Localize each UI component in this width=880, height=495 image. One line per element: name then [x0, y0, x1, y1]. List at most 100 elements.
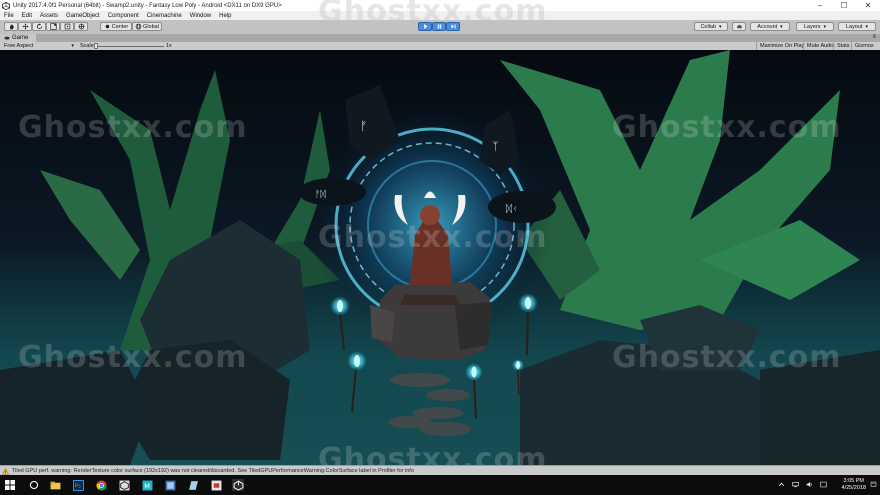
rotate-tool-button[interactable] [32, 22, 46, 31]
taskbar-app-unity-active[interactable] [232, 479, 244, 491]
game-tab-bar: Game ≡ [0, 34, 880, 42]
chevron-down-icon: ▾ [71, 43, 74, 49]
tray-chevron-up-icon[interactable] [778, 481, 785, 488]
rect-transform-icon [64, 23, 70, 30]
mute-audio-label: Mute Audio [807, 43, 835, 49]
pivot-icon [105, 24, 109, 29]
svg-text:ᛉ: ᛉ [492, 140, 499, 153]
scale-label: Scale [80, 43, 94, 49]
folder-icon [50, 481, 60, 489]
network-icon[interactable] [792, 481, 799, 488]
tab-game[interactable]: Game [0, 34, 37, 42]
search-button[interactable] [28, 479, 40, 491]
maximize-on-play-toggle[interactable]: Maximize On Play [756, 42, 807, 50]
minimize-icon[interactable]: – [808, 0, 832, 11]
menu-edit[interactable]: Edit [22, 13, 32, 19]
step-icon [450, 24, 456, 29]
scale-tool-button[interactable] [46, 22, 60, 31]
menu-gameobject[interactable]: GameObject [66, 13, 100, 19]
close-icon[interactable]: ✕ [856, 0, 880, 11]
menu-file[interactable]: File [4, 13, 14, 19]
pause-button[interactable] [432, 22, 446, 31]
taskbar-app-explorer[interactable] [49, 479, 61, 491]
window-title: Unity 2017.4.0f1 Personal (64bit) - Swam… [13, 2, 282, 9]
rect-tool-button[interactable] [60, 22, 74, 31]
rotate-icon [36, 23, 42, 30]
gizmos-dropdown[interactable]: Gizmos [851, 42, 877, 50]
maximize-icon[interactable]: ☐ [832, 0, 856, 11]
menu-help[interactable]: Help [219, 13, 231, 19]
collab-label: Collab [700, 23, 717, 30]
game-scene-render: ᚠ ᛉ ᚨᛞ ᛞᚲ [0, 50, 880, 465]
windows-logo-icon [5, 480, 15, 490]
warning-icon [2, 467, 9, 475]
step-button[interactable] [446, 22, 460, 31]
play-icon [423, 24, 428, 29]
move-tool-button[interactable] [18, 22, 32, 31]
gizmos-label: Gizmos [855, 43, 874, 49]
unity-logo-icon [2, 1, 10, 10]
taskbar-app-files[interactable] [187, 479, 199, 491]
notification-icon[interactable] [870, 481, 877, 488]
menu-assets[interactable]: Assets [40, 13, 58, 19]
tool-app-icon [165, 480, 175, 490]
tab-menu-icon[interactable]: ≡ [872, 34, 876, 40]
menu-component[interactable]: Component [108, 13, 139, 19]
game-view-viewport[interactable]: ᚠ ᛉ ᚨᛞ ᛞᚲ Ghostxx.com [0, 50, 880, 465]
files-app-icon [188, 480, 198, 490]
account-dropdown[interactable]: Account [750, 22, 790, 31]
photoshop-icon: Ps [72, 479, 84, 491]
transform-tool-button[interactable] [74, 22, 88, 31]
aspect-dropdown[interactable]: Free Aspect ▾ [4, 42, 74, 50]
scale-slider-thumb[interactable] [94, 43, 98, 49]
stone-altar [370, 282, 492, 360]
transform-icon [78, 23, 84, 30]
taskbar-clock[interactable]: 3:05 PM 4/25/2018 [842, 478, 866, 492]
layers-label: Layers [803, 23, 821, 30]
layout-label: Layout [845, 23, 863, 30]
right-tree-shape [500, 50, 860, 330]
svg-text:ᛞᚲ: ᛞᚲ [506, 204, 518, 215]
media-app-icon: M [142, 480, 152, 490]
taskbar-app-tool[interactable] [164, 479, 176, 491]
status-message: Tiled GPU perf. warning: RenderTexture c… [12, 468, 414, 474]
unity-editor-icon [233, 480, 243, 490]
pause-icon [437, 24, 441, 29]
cloud-button[interactable] [732, 22, 746, 31]
layers-dropdown[interactable]: Layers [796, 22, 834, 31]
chrome-icon [95, 480, 106, 490]
taskbar-app-chrome[interactable] [95, 479, 107, 491]
cloud-icon [736, 24, 742, 29]
space-label: Global [143, 23, 159, 30]
tab-game-label: Game [12, 35, 29, 41]
pivot-center-toggle[interactable]: Center [100, 22, 132, 31]
hand-tool-button[interactable] [4, 22, 18, 31]
unity-icon [119, 480, 129, 490]
menu-window[interactable]: Window [190, 13, 211, 19]
globe-icon [135, 23, 142, 30]
scale-icon [49, 23, 57, 30]
hand-icon [9, 24, 14, 30]
taskbar-app-recorder[interactable] [210, 479, 222, 491]
start-button[interactable] [4, 479, 16, 491]
window-title-bar: Unity 2017.4.0f1 Personal (64bit) - Swam… [0, 0, 880, 11]
account-label: Account [757, 23, 778, 30]
menu-cinemachine[interactable]: Cinemachine [147, 13, 182, 19]
layout-dropdown[interactable]: Layout [838, 22, 876, 31]
space-global-toggle[interactable]: Global [132, 22, 162, 31]
taskbar-app-media[interactable]: M [141, 479, 153, 491]
scale-value: 1x [166, 43, 172, 49]
volume-icon[interactable] [806, 481, 813, 488]
rune-stone-right: ᛞᚲ [488, 191, 556, 223]
scale-slider-track[interactable] [96, 46, 164, 47]
stats-toggle[interactable]: Stats [833, 42, 853, 50]
taskbar-app-photoshop[interactable]: Ps [72, 479, 84, 491]
stats-label: Stats [837, 43, 850, 49]
rune-stone-left: ᚨᛞ [298, 178, 366, 206]
clock-date: 4/25/2018 [841, 485, 866, 491]
pivot-label: Center [111, 23, 129, 30]
play-button[interactable] [418, 22, 432, 31]
taskbar-app-unity[interactable] [118, 479, 130, 491]
collab-dropdown[interactable]: Collab [694, 22, 728, 31]
language-icon[interactable] [820, 481, 827, 488]
